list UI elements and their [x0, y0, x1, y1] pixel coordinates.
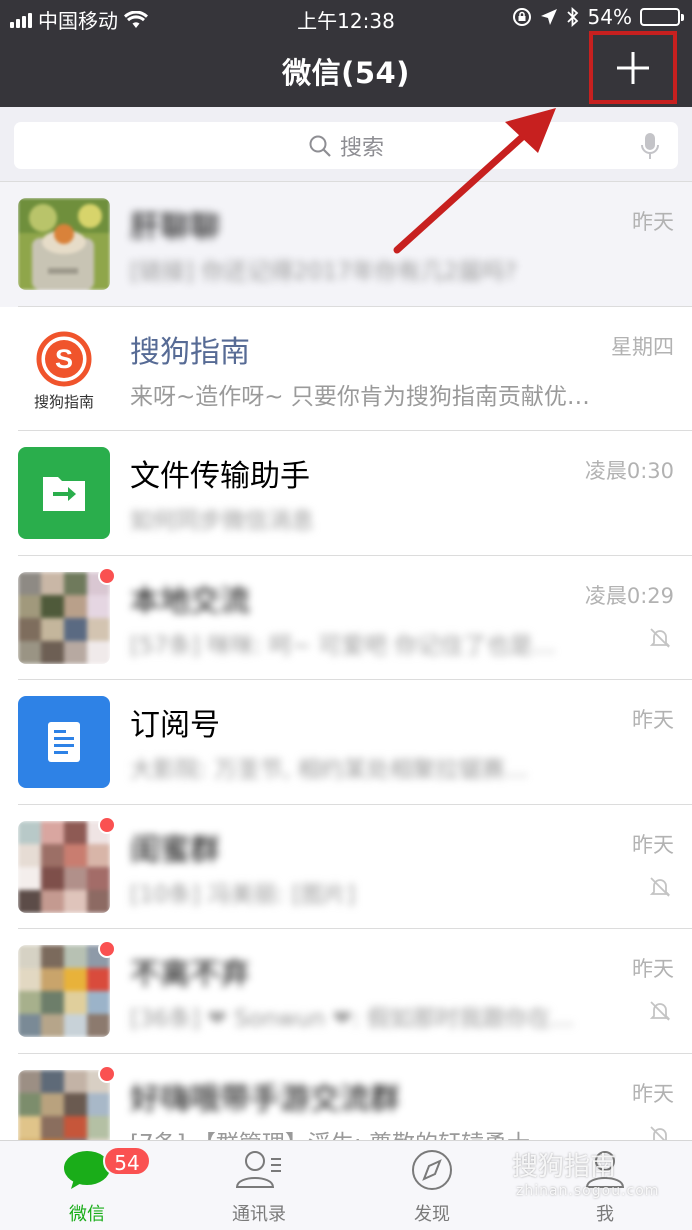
chat-time: 凌晨0:30	[584, 459, 674, 483]
navigation-bar: 中国移动 上午12:38 54% 微信(54)	[0, 0, 692, 107]
chat-row[interactable]: 文件传输助手 如何同步微信消息 凌晨0:30	[0, 431, 692, 556]
avatar	[18, 447, 110, 539]
chat-row[interactable]: S 搜狗指南 搜狗指南 来呀~造作呀~ 只要你肯为搜狗指南贡献优… 星期四	[0, 306, 692, 431]
chat-row[interactable]: 肝聊聊 [链接] 你还记得2017年你有几2届吗? 昨天	[0, 182, 692, 307]
tab-contacts[interactable]: 通讯录	[199, 1149, 319, 1226]
chat-time: 昨天	[632, 708, 674, 732]
chat-name: 订阅号	[130, 708, 220, 743]
chat-time: 昨天	[632, 1081, 674, 1106]
tab-label: 微信	[69, 1204, 105, 1225]
svg-text:S: S	[55, 344, 73, 374]
chat-list: 肝聊聊 [链接] 你还记得2017年你有几2届吗? 昨天 S 搜狗指南 搜狗指南…	[0, 182, 692, 1178]
chat-preview: [36条] ❤ Sonwun ❤: 假如那时我跟你在…	[130, 1006, 574, 1032]
avatar: S 搜狗指南	[18, 322, 110, 415]
group-avatar	[18, 571, 110, 664]
search-bar: 搜索	[0, 107, 692, 182]
chat-time: 昨天	[632, 832, 674, 857]
chat-preview: [10条] 冯美丽: [图片]	[130, 881, 356, 908]
subscription-icon	[48, 722, 80, 762]
chat-row[interactable]: 不离不弃 [36条] ❤ Sonwun ❤: 假如那时我跟你在… 昨天	[0, 929, 692, 1054]
group-avatar	[18, 820, 110, 913]
plus-icon	[617, 51, 649, 84]
watermark: 搜狗指南 zhinan.sogou.com	[512, 1146, 687, 1210]
unread-dot	[98, 815, 116, 834]
chat-time: 昨天	[632, 210, 674, 234]
tab-discover[interactable]: 发现	[372, 1149, 492, 1226]
microphone-icon[interactable]	[640, 132, 660, 160]
chat-preview: [链接] 你还记得2017年你有几2届吗?	[130, 259, 517, 285]
rotation-lock-icon	[512, 8, 531, 26]
chat-name: 本地交流	[130, 583, 250, 619]
file-transfer-icon	[43, 477, 85, 511]
chat-preview: [57条] 咪咪: 呵~ 可爱吧 你记住了也是…	[130, 632, 556, 659]
tab-label: 发现	[414, 1204, 450, 1225]
group-avatar	[18, 945, 110, 1037]
contacts-icon	[235, 1151, 281, 1188]
search-input[interactable]: 搜索	[14, 122, 678, 169]
unread-dot	[98, 1064, 116, 1083]
compass-icon	[412, 1150, 452, 1190]
battery-icon	[640, 8, 684, 26]
chat-name: 好嗨哦带手游交流群	[130, 1081, 400, 1117]
chat-name: 文件传输助手	[130, 459, 310, 494]
unread-dot	[98, 940, 116, 958]
location-icon	[540, 9, 557, 25]
chat-name: 搜狗指南	[130, 334, 250, 370]
mute-bell-icon	[649, 627, 671, 648]
chat-row[interactable]: 订阅号 大影院: 万圣节, 相约某处相聚拉锯赛… 昨天	[0, 680, 692, 805]
tab-label: 通讯录	[232, 1204, 286, 1225]
chat-time: 凌晨0:29	[584, 583, 674, 608]
search-icon	[309, 135, 331, 157]
chat-name: 闺蜜群	[130, 832, 220, 868]
chat-row[interactable]: 本地交流 [57条] 咪咪: 呵~ 可爱吧 你记住了也是… 凌晨0:29	[0, 555, 692, 680]
unread-dot	[98, 566, 116, 585]
chat-preview: 来呀~造作呀~ 只要你肯为搜狗指南贡献优…	[130, 383, 590, 410]
avatar	[18, 696, 110, 788]
chat-time: 昨天	[632, 957, 674, 981]
battery-percent: 54%	[587, 5, 632, 29]
chat-preview: 大影院: 万圣节, 相约某处相聚拉锯赛…	[130, 757, 528, 783]
avatar-caption: 搜狗指南	[33, 392, 94, 411]
chat-row[interactable]: 闺蜜群 [10条] 冯美丽: [图片] 昨天	[0, 804, 692, 929]
bluetooth-icon	[566, 7, 578, 27]
watermark-text: 搜狗指南	[512, 1152, 617, 1182]
chat-preview: 如何同步微信消息	[130, 508, 314, 534]
add-button[interactable]	[589, 31, 677, 104]
mute-bell-icon	[649, 1001, 671, 1021]
search-placeholder: 搜索	[339, 135, 384, 161]
chat-time: 星期四	[611, 334, 674, 359]
watermark-url: zhinan.sogou.com	[516, 1183, 660, 1199]
avatar	[18, 198, 110, 290]
chat-name: 肝聊聊	[130, 210, 220, 245]
chat-name: 不离不弃	[130, 957, 250, 992]
unread-badge: 54	[103, 1146, 151, 1176]
mute-bell-icon	[649, 876, 671, 897]
